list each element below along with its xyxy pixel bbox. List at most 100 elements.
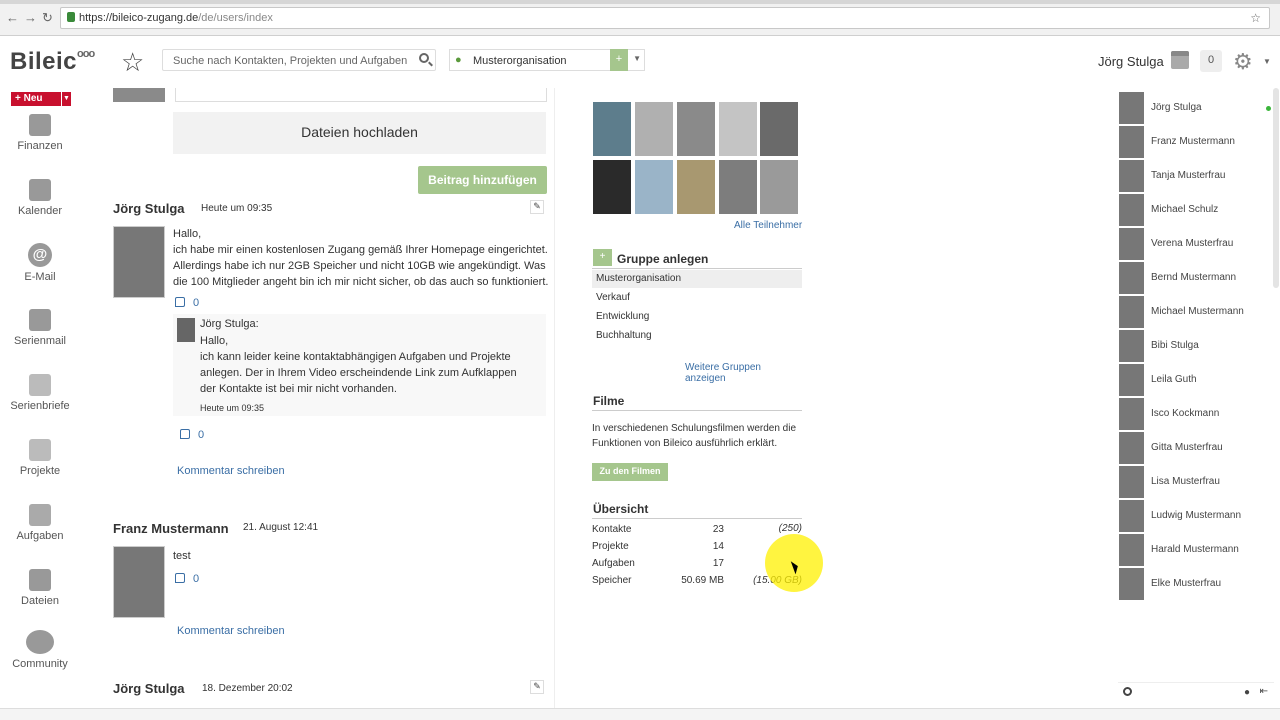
overview-value: 17 bbox=[712, 558, 724, 569]
settings-chevron-icon[interactable]: ▼ bbox=[1263, 57, 1271, 66]
contact-item[interactable]: Harald Mustermann bbox=[1119, 532, 1277, 566]
comment-body: Hallo, ich kann leider keine kontaktabhä… bbox=[200, 333, 540, 397]
sidebar-item-dateien[interactable]: Dateien bbox=[0, 569, 80, 607]
divider bbox=[592, 268, 802, 269]
member-photo[interactable] bbox=[593, 102, 631, 156]
avatar bbox=[1119, 126, 1144, 158]
organization-select[interactable]: ● Musterorganisation + ▼ bbox=[449, 49, 645, 71]
contact-item[interactable]: Franz Mustermann bbox=[1119, 124, 1277, 158]
contact-item[interactable]: Michael Mustermann bbox=[1119, 294, 1277, 328]
group-item[interactable]: Entwicklung bbox=[592, 308, 802, 326]
contacts-search-bar[interactable]: ● ⇤ bbox=[1118, 682, 1274, 702]
sidebar-item-aufgaben[interactable]: Aufgaben bbox=[0, 504, 80, 542]
new-chevron-icon[interactable]: ▼ bbox=[61, 92, 71, 106]
write-comment-link[interactable]: Kommentar schreiben bbox=[177, 465, 285, 477]
member-photo[interactable] bbox=[635, 160, 673, 214]
contact-item[interactable]: Ludwig Mustermann bbox=[1119, 498, 1277, 532]
films-text-line: Funktionen von Bileico ausführlich erklä… bbox=[592, 438, 778, 449]
sidebar-item-email[interactable]: @ E-Mail bbox=[0, 243, 80, 283]
scrollbar[interactable] bbox=[1273, 88, 1279, 288]
sidebar-item-projekte[interactable]: Projekte bbox=[0, 439, 80, 477]
search-icon[interactable] bbox=[419, 53, 429, 63]
group-item[interactable]: Buchhaltung bbox=[592, 327, 802, 345]
avatar bbox=[1119, 364, 1144, 396]
avatar[interactable] bbox=[113, 546, 165, 618]
avatar bbox=[1119, 160, 1144, 192]
contact-item[interactable]: Elke Musterfrau bbox=[1119, 566, 1277, 600]
collapse-icon[interactable]: ⇤ bbox=[1260, 686, 1268, 697]
post-author[interactable]: Jörg Stulga bbox=[113, 201, 185, 216]
sidebar-item-community[interactable]: Community bbox=[0, 630, 80, 670]
sidebar-item-label: Serienbriefe bbox=[10, 400, 70, 412]
add-organization-button[interactable]: + bbox=[610, 49, 628, 71]
logo[interactable]: Bileicooo bbox=[10, 48, 95, 76]
contact-item[interactable]: Jörg Stulga bbox=[1119, 90, 1277, 124]
sidebar-item-serienmail[interactable]: Serienmail bbox=[0, 309, 80, 347]
films-button[interactable]: Zu den Filmen bbox=[592, 463, 668, 481]
add-post-button[interactable]: Beitrag hinzufügen bbox=[418, 166, 547, 194]
upload-files-area[interactable]: Dateien hochladen bbox=[173, 112, 546, 154]
post-author[interactable]: Jörg Stulga bbox=[113, 681, 185, 696]
current-user-name[interactable]: Jörg Stulga bbox=[1098, 54, 1164, 69]
member-photo[interactable] bbox=[719, 160, 757, 214]
group-item[interactable]: Verkauf bbox=[592, 289, 802, 307]
new-button[interactable]: + Neu ▼ bbox=[11, 92, 71, 106]
edit-pencil-icon[interactable]: ✎ bbox=[530, 200, 544, 214]
all-members-link[interactable]: Alle Teilnehmer bbox=[734, 220, 802, 231]
search-input[interactable]: Suche nach Kontakten, Projekten und Aufg… bbox=[162, 49, 436, 71]
member-photo[interactable] bbox=[760, 160, 798, 214]
member-photo[interactable] bbox=[677, 102, 715, 156]
calendar-icon[interactable] bbox=[1171, 51, 1189, 69]
contact-item[interactable]: Michael Schulz bbox=[1119, 192, 1277, 226]
comment-line: anlegen. Der in Ihrem Video erscheindend… bbox=[200, 367, 517, 379]
contact-item[interactable]: Tanja Musterfrau bbox=[1119, 158, 1277, 192]
contact-item[interactable]: Isco Kockmann bbox=[1119, 396, 1277, 430]
more-groups-link[interactable]: Weitere Gruppen anzeigen bbox=[685, 362, 804, 384]
person-icon[interactable]: ● bbox=[1244, 687, 1250, 698]
avatar[interactable] bbox=[113, 226, 165, 298]
post-author[interactable]: Franz Mustermann bbox=[113, 521, 229, 536]
contact-item[interactable]: Bernd Mustermann bbox=[1119, 260, 1277, 294]
reload-icon[interactable]: ↻ bbox=[42, 10, 53, 26]
post-textarea[interactable] bbox=[175, 88, 547, 102]
search-icon[interactable] bbox=[1123, 687, 1132, 696]
add-group-button[interactable]: + bbox=[593, 249, 612, 266]
contact-name: Verena Musterfrau bbox=[1151, 238, 1234, 249]
member-photo[interactable] bbox=[635, 102, 673, 156]
sidebar-item-serienbriefe[interactable]: Serienbriefe bbox=[0, 374, 80, 412]
like-button[interactable]: 0 bbox=[175, 573, 199, 585]
member-photo[interactable] bbox=[760, 102, 798, 156]
contact-item[interactable]: Gitta Musterfrau bbox=[1119, 430, 1277, 464]
bookmark-star-icon[interactable]: ☆ bbox=[1250, 11, 1261, 25]
avatar bbox=[1119, 262, 1144, 294]
contact-item[interactable]: Leila Guth bbox=[1119, 362, 1277, 396]
sidebar-item-finanzen[interactable]: Finanzen bbox=[0, 114, 80, 152]
address-bar[interactable]: https://bileico-zugang.de/de/users/index… bbox=[60, 7, 1270, 29]
favorite-star-icon[interactable]: ☆ bbox=[121, 47, 144, 78]
contact-item[interactable]: Bibi Stulga bbox=[1119, 328, 1277, 362]
gear-icon[interactable]: ⚙ bbox=[1233, 49, 1253, 75]
contact-item[interactable]: Verena Musterfrau bbox=[1119, 226, 1277, 260]
comment-author[interactable]: Jörg Stulga: bbox=[200, 318, 259, 330]
notification-count[interactable]: 0 bbox=[1200, 50, 1222, 72]
post-time: Heute um 09:35 bbox=[201, 203, 273, 214]
member-photo[interactable] bbox=[719, 102, 757, 156]
sidebar-item-kalender[interactable]: Kalender bbox=[0, 179, 80, 217]
thumbs-up-icon bbox=[180, 429, 190, 439]
avatar[interactable] bbox=[177, 318, 195, 342]
like-button[interactable]: 0 bbox=[175, 297, 199, 309]
chevron-down-icon[interactable]: ▼ bbox=[633, 54, 641, 63]
create-group-title[interactable]: Gruppe anlegen bbox=[617, 252, 708, 266]
contact-name: Leila Guth bbox=[1151, 374, 1197, 385]
group-item[interactable]: Musterorganisation bbox=[592, 270, 802, 288]
contact-item[interactable]: Lisa Musterfrau bbox=[1119, 464, 1277, 498]
avatar bbox=[1119, 228, 1144, 260]
write-comment-link[interactable]: Kommentar schreiben bbox=[177, 625, 285, 637]
member-photo[interactable] bbox=[593, 160, 631, 214]
back-arrow-icon[interactable]: ← bbox=[6, 10, 19, 25]
forward-arrow-icon[interactable]: → bbox=[24, 10, 37, 25]
edit-pencil-icon[interactable]: ✎ bbox=[530, 680, 544, 694]
like-button[interactable]: 0 bbox=[180, 429, 204, 441]
member-photo[interactable] bbox=[677, 160, 715, 214]
mail-check-icon bbox=[29, 309, 51, 331]
